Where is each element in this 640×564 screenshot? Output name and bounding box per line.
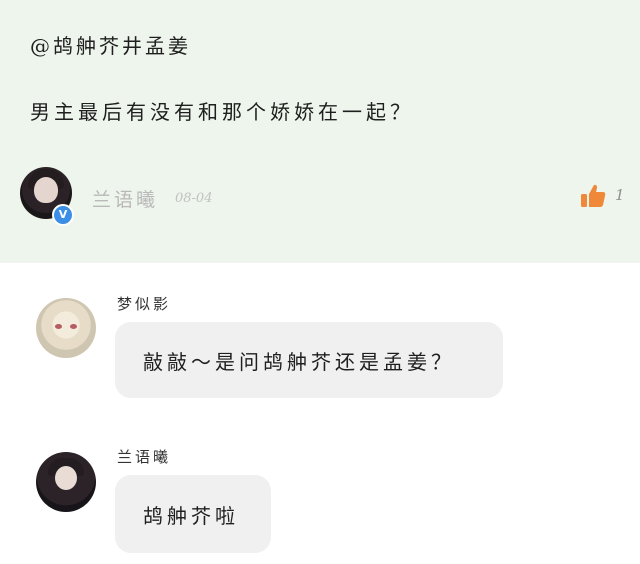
- reply-item: 兰语曦 鸪舯芥啦: [0, 440, 640, 558]
- reply-bubble[interactable]: 鸪舯芥啦: [115, 475, 271, 553]
- reply-author-name[interactable]: 梦似影: [117, 293, 171, 314]
- post-card: @鸪舯芥井孟姜 男主最后有没有和那个娇娇在一起？ V 兰语曦 08-04 1: [0, 0, 640, 263]
- mention-text[interactable]: @鸪舯芥井孟姜: [30, 30, 191, 59]
- reply-item: 梦似影 敲敲～是问鸪舯芥还是孟姜？: [0, 290, 640, 405]
- like-count: 1: [615, 186, 625, 204]
- reply-text: 敲敲～是问鸪舯芥还是孟姜？: [143, 349, 455, 374]
- post-question: 男主最后有没有和那个娇娇在一起？: [30, 100, 414, 124]
- reply-author-name[interactable]: 兰语曦: [117, 446, 171, 467]
- reply-text: 鸪舯芥啦: [143, 503, 239, 528]
- avatar-eye-right: [70, 324, 77, 329]
- thumbs-up-icon[interactable]: [580, 183, 606, 209]
- verified-icon: V: [52, 204, 74, 226]
- avatar-face: [55, 466, 77, 490]
- post-date: 08-04: [175, 191, 213, 206]
- girl-avatar[interactable]: [36, 452, 96, 512]
- avatar-eye-left: [55, 324, 62, 329]
- author-name[interactable]: 兰语曦: [92, 185, 158, 212]
- reply-bubble[interactable]: 敲敲～是问鸪舯芥还是孟姜？: [115, 322, 503, 398]
- avatar-face: [34, 177, 58, 203]
- anime-avatar[interactable]: [36, 298, 96, 358]
